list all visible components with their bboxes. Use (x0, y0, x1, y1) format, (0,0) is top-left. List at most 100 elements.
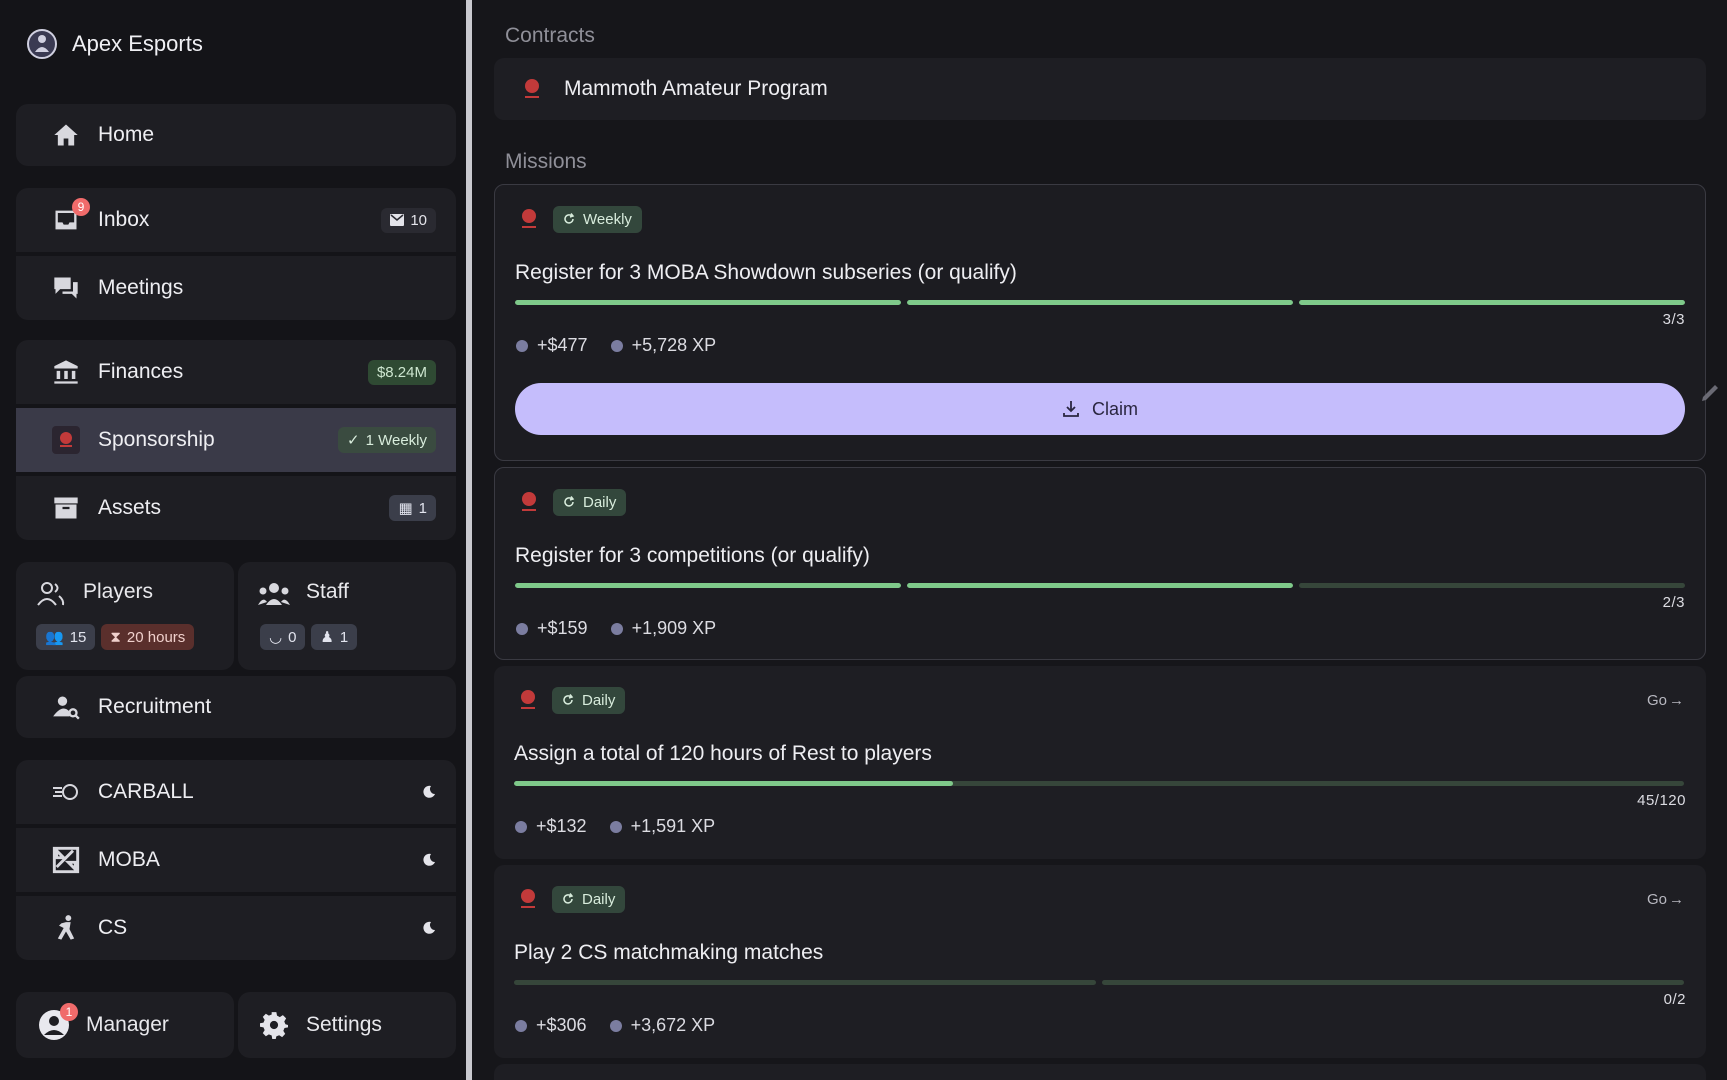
nav-settings[interactable]: Settings (238, 992, 456, 1058)
hourglass-icon: ⧗ (110, 628, 121, 646)
mission-progress-count: 3/3 (1662, 311, 1685, 328)
person-search-icon (52, 693, 80, 721)
bank-icon (52, 358, 80, 386)
staff-members-badge: ♟ 1 (311, 624, 358, 650)
main-content: Contracts Mammoth Amateur Program Missio… (494, 0, 1727, 1080)
mission-progress-bar (514, 980, 1684, 985)
money-reward: +$159 (515, 618, 588, 639)
progress-segment (515, 300, 901, 305)
progress-segment (514, 980, 1096, 985)
go-label: Go (1646, 891, 1667, 908)
download-icon (1063, 401, 1079, 417)
moon-icon (423, 921, 435, 934)
money-coin-icon (516, 622, 528, 635)
nav-assets-label: Assets (98, 496, 162, 519)
mission-header: Daily (514, 686, 626, 714)
nav-sponsorship[interactable]: Sponsorship ✓ 1 Weekly (16, 408, 456, 472)
nav-recruitment[interactable]: Recruitment (16, 676, 456, 738)
nav-game-cs[interactable]: CS (16, 896, 456, 960)
mission-rewards: +$306 +3,672 XP (514, 1015, 715, 1036)
xp-reward-value: +5,728 XP (631, 335, 717, 355)
money-coin-icon (516, 339, 528, 352)
check-icon: ✓ (347, 432, 360, 449)
progress-fill (907, 300, 1293, 305)
progress-fill (515, 583, 901, 588)
money-coin-icon (515, 1019, 527, 1032)
nav-inbox-label: Inbox (98, 208, 150, 231)
players-count-badge: 👥 15 (36, 624, 96, 650)
mission-frequency: Weekly (583, 210, 632, 228)
nav-game-carball[interactable]: CARBALL (16, 760, 456, 824)
xp-reward-value: +3,672 XP (630, 1015, 716, 1035)
manager-avatar: 1 (38, 1003, 78, 1041)
inbox-badge: 9 (72, 198, 90, 216)
nav-sponsorship-label: Sponsorship (98, 428, 215, 451)
money-reward-value: +$132 (536, 816, 587, 836)
nav-home-label: Home (98, 123, 155, 146)
nav-game-label: CARBALL (98, 780, 194, 803)
nav-recruitment-label: Recruitment (98, 695, 212, 718)
mission-frequency-tag: Weekly (553, 205, 642, 233)
refresh-icon (564, 213, 575, 224)
money-reward: +$306 (514, 1015, 587, 1036)
money-reward-value: +$477 (537, 335, 588, 355)
go-link[interactable]: Go → (1647, 891, 1684, 908)
xp-coin-icon (610, 622, 623, 635)
moon-icon (423, 785, 435, 798)
mission-progress-bar (515, 300, 1685, 305)
nav-players[interactable]: Players 👥 15 ⧗ 20 hours (16, 562, 234, 670)
contract-name: Mammoth Amateur Program (564, 77, 828, 100)
refresh-icon (564, 496, 575, 507)
mission-title: Register for 3 MOBA Showdown subseries (… (515, 261, 1017, 284)
sponsor-logo-icon (521, 889, 535, 908)
missions-heading: Missions (505, 150, 587, 173)
mission-card: Weekly Register for 3 MOBA Showdown subs… (494, 184, 1706, 461)
sponsorship-status: 1 Weekly (365, 431, 427, 449)
nav-game-moba[interactable]: MOBA (16, 828, 456, 892)
money-reward-value: +$159 (537, 618, 588, 638)
sidebar: Apex Esports Home 9 Inbox 10 Meetings Fi… (0, 0, 470, 1080)
mission-title: Register for 3 competitions (or qualify) (515, 544, 870, 567)
xp-coin-icon (609, 820, 622, 833)
sponsor-logo-icon (525, 79, 539, 98)
contract-card[interactable]: Mammoth Amateur Program (494, 58, 1706, 120)
person-icon: ♟ (320, 629, 334, 646)
chat-icon (52, 274, 80, 302)
nav-staff-label: Staff (306, 580, 349, 603)
nav-assets[interactable]: Assets ▦ 1 (16, 476, 456, 540)
edit-pencil-icon[interactable] (1700, 380, 1722, 402)
manager-badge: 1 (60, 1003, 78, 1021)
building-icon: ▦ (398, 500, 413, 517)
progress-fill (907, 583, 1293, 588)
assets-count-badge: ▦ 1 (389, 495, 436, 521)
nav-home[interactable]: Home (16, 104, 456, 166)
inbox-icon: 9 (52, 198, 90, 234)
staff-scouts: 0 (288, 628, 297, 646)
mission-frequency: Daily (583, 493, 617, 511)
mission-progress-bar (515, 583, 1685, 588)
nav-finances[interactable]: Finances $8.24M (16, 340, 456, 404)
nav-staff[interactable]: Staff ◡ 0 ♟ 1 (238, 562, 456, 670)
go-link[interactable]: Go → (1647, 692, 1684, 709)
claim-button[interactable]: Claim (515, 383, 1685, 435)
nav-meetings[interactable]: Meetings (16, 256, 456, 320)
xp-reward-value: +1,591 XP (630, 816, 716, 836)
group-icon: 👥 (45, 629, 64, 646)
nav-manager[interactable]: 1 Manager (16, 992, 234, 1058)
brand[interactable]: Apex Esports (26, 28, 203, 60)
inbox-count: 10 (410, 211, 427, 229)
xp-coin-icon (610, 339, 623, 352)
arrow-right-icon: → (1669, 692, 1684, 709)
moba-map-icon (52, 846, 80, 874)
nav-manager-label: Manager (86, 1013, 169, 1036)
money-coin-icon (515, 820, 527, 833)
staff-members: 1 (339, 628, 349, 646)
mission-progress-count: 0/2 (1663, 991, 1686, 1008)
mission-frequency-tag: Daily (553, 488, 627, 516)
carball-icon (52, 778, 80, 806)
staff-scouts-badge: ◡ 0 (260, 624, 306, 650)
sidebar-divider[interactable] (466, 0, 472, 1080)
team-logo-icon (27, 29, 57, 59)
xp-coin-icon (609, 1019, 622, 1032)
nav-inbox[interactable]: 9 Inbox 10 (16, 188, 456, 252)
